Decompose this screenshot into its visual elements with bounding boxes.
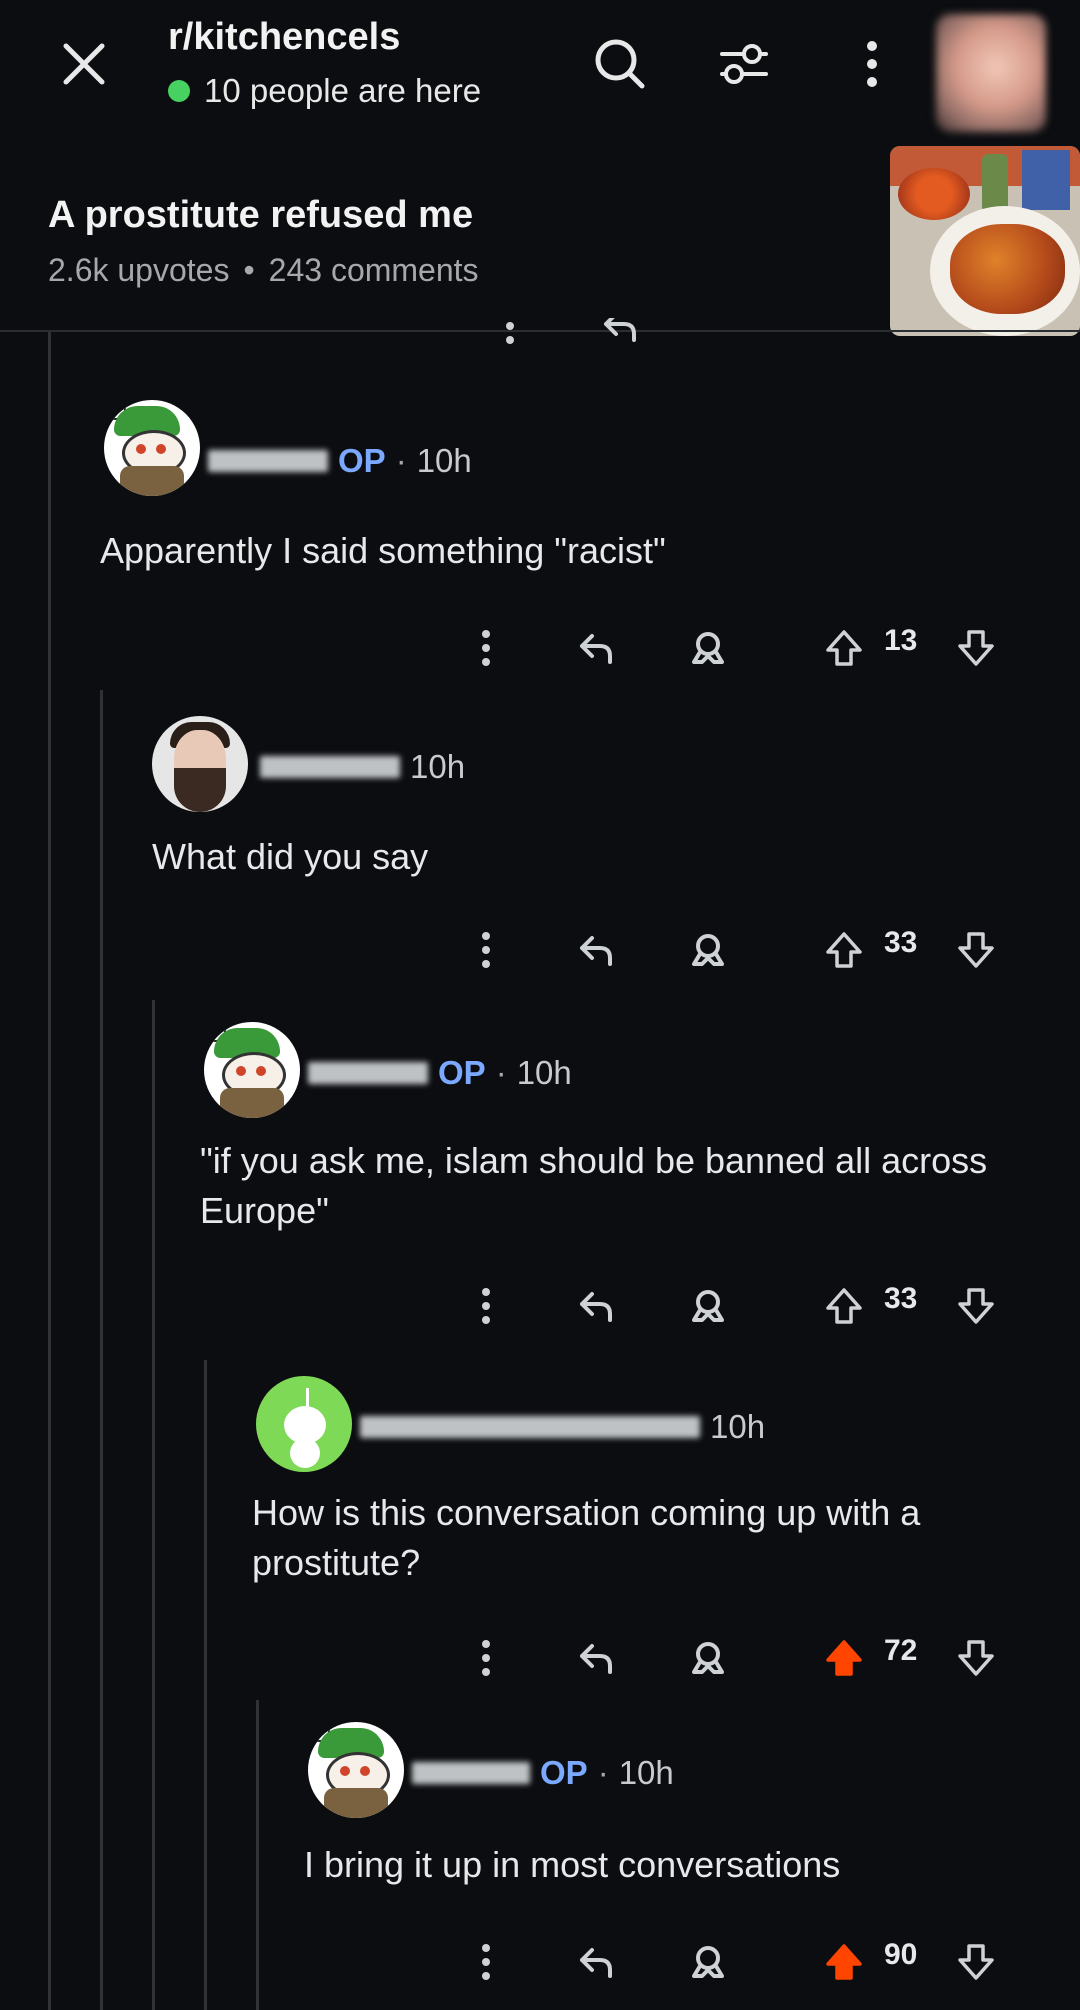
post-title[interactable]: A prostitute refused me <box>48 194 473 237</box>
user-avatar[interactable] <box>936 14 1046 132</box>
thread-line[interactable] <box>256 1700 259 2010</box>
vote-count: 33 <box>884 1282 918 1315</box>
reply-icon[interactable] <box>566 1276 626 1336</box>
online-dot-icon <box>168 80 190 102</box>
comment-author[interactable]: OP · 10h <box>308 1054 572 1092</box>
redacted-username <box>412 1762 530 1784</box>
redacted-username <box>360 1416 700 1438</box>
post-header: r/kitchencels 10 people are here A prost… <box>0 0 1080 336</box>
online-status: 10 people are here <box>168 72 481 110</box>
redacted-username <box>208 450 328 472</box>
op-badge: OP <box>540 1754 588 1791</box>
upvote-icon[interactable] <box>814 920 874 980</box>
comment-body: I bring it up in most conversations <box>304 1844 841 1885</box>
award-icon[interactable] <box>678 1628 738 1688</box>
redacted-username <box>308 1062 428 1084</box>
thread-line[interactable] <box>48 332 51 2010</box>
upvote-icon[interactable] <box>814 618 874 678</box>
op-badge: OP <box>338 442 386 479</box>
comment-time: 10h <box>516 1054 572 1091</box>
avatar[interactable] <box>308 1722 404 1818</box>
dot-separator: · <box>495 1054 507 1091</box>
vote-count: 90 <box>884 1938 918 1971</box>
subreddit-name[interactable]: r/kitchencels <box>168 16 400 59</box>
comment-body: What did you say <box>152 836 429 877</box>
reply-icon[interactable] <box>566 1932 626 1992</box>
previous-comment-actions <box>480 318 1000 358</box>
op-badge: OP <box>438 1054 486 1091</box>
avatar[interactable] <box>104 400 200 496</box>
reply-icon[interactable] <box>566 1628 626 1688</box>
award-icon[interactable] <box>678 1932 738 1992</box>
downvote-icon[interactable] <box>946 618 1006 678</box>
comment-author[interactable]: OP · 10h <box>412 1754 674 1792</box>
comment-actions: 13 <box>456 618 1016 678</box>
comment-author[interactable]: OP · 10h <box>208 442 472 480</box>
more-icon[interactable] <box>456 1932 516 1992</box>
close-icon[interactable] <box>56 36 112 92</box>
award-icon[interactable] <box>678 1276 738 1336</box>
reply-icon[interactable] <box>566 920 626 980</box>
vote-count: 13 <box>884 624 918 657</box>
comment-time: 10h <box>618 1754 674 1791</box>
vote-count: 33 <box>884 926 918 959</box>
post-thumbnail[interactable] <box>890 146 1080 336</box>
more-icon[interactable] <box>456 618 516 678</box>
avatar[interactable] <box>204 1022 300 1118</box>
comment-body: "if you ask me, islam should be banned a… <box>200 1140 988 1231</box>
filter-icon[interactable] <box>712 32 776 96</box>
redacted-username <box>260 756 400 778</box>
thread-line[interactable] <box>100 690 103 2010</box>
award-icon[interactable] <box>678 618 738 678</box>
comment-actions: 72 <box>456 1628 1016 1688</box>
upvote-icon[interactable] <box>814 1932 874 1992</box>
comment-time: 10h <box>710 1408 766 1445</box>
downvote-icon[interactable] <box>946 1276 1006 1336</box>
thread-line[interactable] <box>204 1360 207 2010</box>
award-icon[interactable] <box>678 920 738 980</box>
dot-separator: · <box>597 1754 609 1791</box>
vote-count: 72 <box>884 1634 918 1667</box>
more-icon[interactable] <box>456 920 516 980</box>
upvote-icon[interactable] <box>814 1628 874 1688</box>
upvote-icon[interactable] <box>814 1276 874 1336</box>
downvote-icon[interactable] <box>946 920 1006 980</box>
downvote-icon[interactable] <box>946 1932 1006 1992</box>
more-icon[interactable] <box>456 1276 516 1336</box>
post-meta: 2.6k upvotes • 243 comments <box>48 252 479 289</box>
online-count: 10 people are here <box>204 72 482 109</box>
comment-actions: 90 <box>456 1932 1016 1992</box>
comment-author[interactable]: 10h <box>260 748 465 786</box>
comment-body: How is this conversation coming up with … <box>252 1492 921 1583</box>
downvote-icon[interactable] <box>946 1628 1006 1688</box>
thread-line[interactable] <box>152 1000 155 2010</box>
meta-separator: • <box>243 252 255 288</box>
search-icon[interactable] <box>588 32 652 96</box>
reply-icon[interactable] <box>590 318 650 356</box>
comment-author[interactable]: 10h <box>360 1408 765 1446</box>
more-icon[interactable] <box>480 318 540 356</box>
comment-body: Apparently I said something "racist" <box>100 530 666 571</box>
avatar[interactable] <box>152 716 248 812</box>
more-icon[interactable] <box>456 1628 516 1688</box>
comment-time: 10h <box>410 748 466 785</box>
comment-actions: 33 <box>456 1276 1016 1336</box>
comment-actions: 33 <box>456 920 1016 980</box>
comment-time: 10h <box>416 442 472 479</box>
reply-icon[interactable] <box>566 618 626 678</box>
dot-separator: · <box>395 442 407 479</box>
upvote-count: 2.6k upvotes <box>48 252 230 288</box>
more-icon[interactable] <box>840 32 904 96</box>
comment-count: 243 comments <box>268 252 479 288</box>
avatar[interactable] <box>256 1376 352 1472</box>
